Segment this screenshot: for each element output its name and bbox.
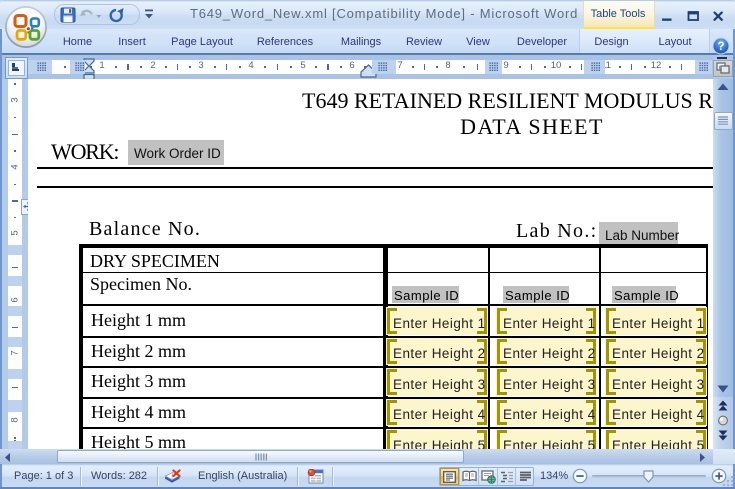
svg-text:?: ? — [717, 41, 724, 53]
